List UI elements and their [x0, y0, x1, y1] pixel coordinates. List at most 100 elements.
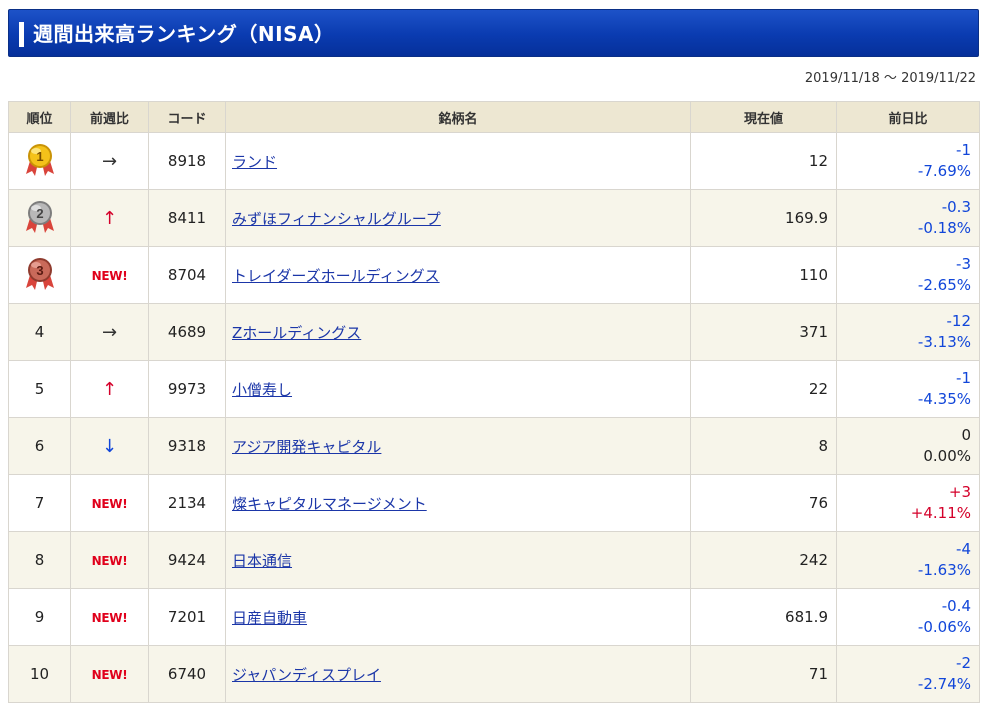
day-change-value: 0: [961, 426, 971, 444]
rank-number: 9: [34, 608, 45, 626]
svg-text:3: 3: [36, 263, 43, 278]
prev-week-cell: →: [70, 132, 149, 190]
table-header-row: 順位 前週比 コード 銘柄名 現在値 前日比: [8, 101, 980, 133]
prev-week-cell: NEW!: [70, 588, 149, 646]
rank-cell: 10: [8, 645, 71, 703]
day-change-cell: -0.4 -0.06%: [836, 588, 980, 646]
day-change-percent: -0.18%: [917, 219, 971, 237]
day-change-cell: -0.3 -0.18%: [836, 189, 980, 247]
table-row: 8 NEW! 9424 日本通信 242 -4 -1.63%: [8, 531, 980, 589]
stock-name-link[interactable]: 小僧寿し: [232, 381, 292, 399]
rank-cell: 3: [8, 246, 71, 304]
day-change-value: -4: [956, 540, 971, 558]
stock-name-link[interactable]: ジャパンディスプレイ: [232, 666, 381, 684]
rank-cell: 5: [8, 360, 71, 418]
arrow-up-icon: ↑: [101, 378, 118, 400]
stock-code: 9424: [148, 531, 226, 589]
stock-name-link[interactable]: 日本通信: [232, 552, 292, 570]
stock-code: 8411: [148, 189, 226, 247]
stock-name-cell: 日産自動車: [225, 588, 691, 646]
day-change-cell: -1 -7.69%: [836, 132, 980, 190]
rank-number: 8: [34, 551, 45, 569]
prev-week-cell: →: [70, 303, 149, 361]
header-accent-bar: [19, 22, 24, 47]
new-badge: NEW!: [91, 668, 128, 682]
prev-week-cell: NEW!: [70, 474, 149, 532]
new-badge: NEW!: [91, 554, 128, 568]
day-change-percent: 0.00%: [923, 447, 971, 465]
stock-name-link[interactable]: トレイダーズホールディングス: [232, 267, 440, 285]
day-change-percent: +4.11%: [910, 504, 971, 522]
current-price: 110: [690, 246, 837, 304]
column-header-code: コード: [148, 101, 226, 133]
day-change-cell: +3 +4.11%: [836, 474, 980, 532]
day-change-value: -1: [956, 369, 971, 387]
current-price: 242: [690, 531, 837, 589]
table-row: 3 NEW! 8704 トレイダーズホールディングス 110 -3 -2.65%: [8, 246, 980, 304]
column-header-prev-week: 前週比: [70, 101, 149, 133]
page-title: 週間出来高ランキング（NISA）: [33, 22, 335, 46]
stock-name-link[interactable]: 日産自動車: [232, 609, 307, 627]
new-badge: NEW!: [91, 497, 128, 511]
stock-code: 8918: [148, 132, 226, 190]
rank-number: 7: [34, 494, 45, 512]
day-change-cell: -4 -1.63%: [836, 531, 980, 589]
silver-medal-icon: 2: [23, 198, 57, 238]
rank-cell: 9: [8, 588, 71, 646]
prev-week-cell: NEW!: [70, 246, 149, 304]
new-badge: NEW!: [91, 269, 128, 283]
svg-text:1: 1: [36, 149, 43, 164]
stock-name-cell: みずほフィナンシャルグループ: [225, 189, 691, 247]
stock-code: 8704: [148, 246, 226, 304]
rank-cell: 8: [8, 531, 71, 589]
svg-text:2: 2: [36, 206, 43, 221]
rank-number: 6: [34, 437, 45, 455]
stock-name-cell: 小僧寿し: [225, 360, 691, 418]
stock-name-link[interactable]: 燦キャピタルマネージメント: [232, 495, 427, 513]
day-change-value: -0.3: [941, 198, 971, 216]
day-change-cell: -1 -4.35%: [836, 360, 980, 418]
stock-name-cell: トレイダーズホールディングス: [225, 246, 691, 304]
table-row: 6 ↓ 9318 アジア開発キャピタル 8 0 0.00%: [8, 417, 980, 475]
stock-name-cell: 燦キャピタルマネージメント: [225, 474, 691, 532]
stock-name-link[interactable]: Zホールディングス: [232, 324, 361, 342]
prev-week-cell: NEW!: [70, 645, 149, 703]
stock-code: 7201: [148, 588, 226, 646]
day-change-value: +3: [948, 483, 971, 501]
rank-cell: 2: [8, 189, 71, 247]
stock-name-cell: 日本通信: [225, 531, 691, 589]
rank-number: 10: [29, 665, 50, 683]
current-price: 12: [690, 132, 837, 190]
stock-name-cell: ランド: [225, 132, 691, 190]
stock-name-link[interactable]: みずほフィナンシャルグループ: [232, 210, 441, 228]
current-price: 8: [690, 417, 837, 475]
table-row: 7 NEW! 2134 燦キャピタルマネージメント 76 +3 +4.11%: [8, 474, 980, 532]
current-price: 76: [690, 474, 837, 532]
day-change-cell: -2 -2.74%: [836, 645, 980, 703]
stock-code: 9973: [148, 360, 226, 418]
rank-cell: 4: [8, 303, 71, 361]
stock-name-link[interactable]: ランド: [232, 153, 277, 171]
day-change-percent: -7.69%: [917, 162, 971, 180]
arrow-down-icon: ↓: [101, 435, 118, 457]
prev-week-cell: ↑: [70, 189, 149, 247]
current-price: 22: [690, 360, 837, 418]
stock-name-cell: Zホールディングス: [225, 303, 691, 361]
arrow-right-icon: →: [101, 321, 118, 343]
table-row: 10 NEW! 6740 ジャパンディスプレイ 71 -2 -2.74%: [8, 645, 980, 703]
column-header-rank: 順位: [8, 101, 71, 133]
table-row: 4 → 4689 Zホールディングス 371 -12 -3.13%: [8, 303, 980, 361]
table-row: 2 ↑ 8411 みずほフィナンシャルグループ 169.9 -0.3 -0.18%: [8, 189, 980, 247]
prev-week-cell: ↓: [70, 417, 149, 475]
date-range: 2019/11/18 〜 2019/11/22: [804, 71, 976, 86]
bronze-medal-icon: 3: [23, 255, 57, 295]
stock-name-link[interactable]: アジア開発キャピタル: [232, 438, 381, 456]
day-change-value: -0.4: [941, 597, 971, 615]
gold-medal-icon: 1: [23, 141, 57, 181]
stock-name-cell: アジア開発キャピタル: [225, 417, 691, 475]
day-change-percent: -4.35%: [917, 390, 971, 408]
current-price: 681.9: [690, 588, 837, 646]
day-change-value: -1: [956, 141, 971, 159]
rank-cell: 1: [8, 132, 71, 190]
current-price: 169.9: [690, 189, 837, 247]
